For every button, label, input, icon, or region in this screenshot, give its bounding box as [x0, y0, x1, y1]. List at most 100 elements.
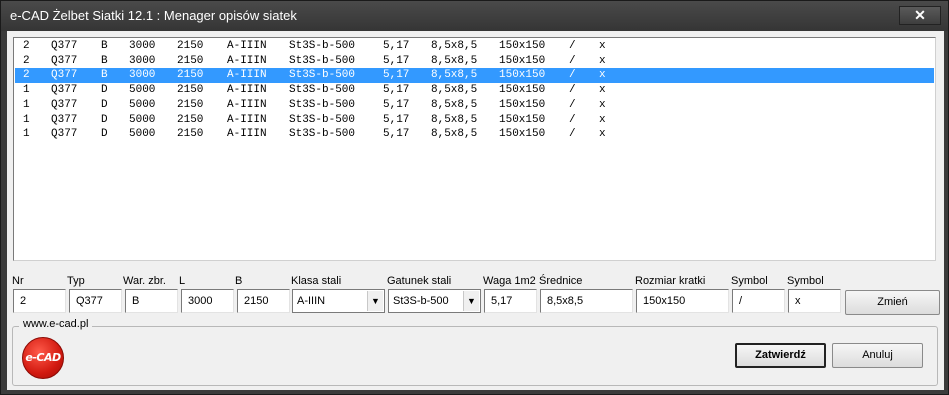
- confirm-button[interactable]: Zatwierdź: [735, 343, 826, 368]
- list-cell: 3000: [129, 69, 156, 82]
- list-cell: A-IIIN: [227, 54, 267, 67]
- window-title: e-CAD Żelbet Siatki 12.1 : Menager opisó…: [10, 8, 297, 23]
- list-cell: /: [569, 54, 576, 67]
- list-row[interactable]: 1 Q377 D 5000 2150 A-IIIN St3S-b-500 5,17 8,5x8,…: [15, 127, 934, 142]
- list-cell: 8,5x8,5: [431, 128, 478, 141]
- list-cell: A-IIIN: [227, 98, 267, 111]
- list-cell: 2150: [177, 98, 204, 111]
- list-cell: 2150: [177, 84, 204, 97]
- list-cell: /: [569, 113, 576, 126]
- list-cell: B: [101, 54, 108, 67]
- list-cell: D: [101, 128, 108, 141]
- list-cell: St3S-b-500: [289, 84, 356, 97]
- list-row[interactable]: 1 Q377 D 5000 2150 A-IIIN St3S-b-500 5,17 8,5x8,…: [15, 98, 934, 113]
- list-cell: 150x150: [499, 40, 546, 52]
- symbol-2-field[interactable]: x: [788, 289, 841, 313]
- list-cell: St3S-b-500: [289, 54, 356, 67]
- symbol-1-field[interactable]: /: [732, 289, 785, 313]
- list-cell: 5000: [129, 128, 156, 141]
- list-cell: 5,17: [383, 128, 410, 141]
- list-cell: 150x150: [499, 113, 546, 126]
- nr-field[interactable]: 2: [13, 289, 66, 313]
- list-cell: 150x150: [499, 84, 546, 97]
- mesh-description-list[interactable]: 2 Q377 B 3000 2150 A-IIIN St3S-b-500 5,17 8,5x8,…: [13, 37, 936, 261]
- list-cell: A-IIIN: [227, 40, 267, 52]
- klasa-stali-value: A-IIIN: [297, 295, 326, 307]
- list-row[interactable]: 2 Q377 B 3000 2150 A-IIIN St3S-b-500 5,17 8,5x8,…: [15, 54, 934, 69]
- rozmiar-kratki-field[interactable]: 150x150: [636, 289, 729, 313]
- l-field[interactable]: 3000: [181, 289, 234, 313]
- list-row[interactable]: 2 Q377 B 3000 2150 A-IIIN St3S-b-500 5,17 8,5x8,…: [15, 68, 934, 84]
- label-srednice: Średnice: [539, 275, 583, 287]
- list-cell: Q377: [51, 40, 78, 52]
- dialog-client-area: 2 Q377 B 3000 2150 A-IIIN St3S-b-500 5,17 8,5x8,…: [7, 31, 944, 390]
- list-cell: 5,17: [383, 84, 410, 97]
- list-cell: Q377: [51, 69, 78, 82]
- list-cell: A-IIIN: [227, 128, 267, 141]
- label-rozmiar-kratki: Rozmiar kratki: [635, 275, 706, 287]
- list-cell: D: [101, 84, 108, 97]
- list-cell: x: [599, 113, 606, 126]
- list-cell: 5,17: [383, 40, 410, 52]
- list-cell: 8,5x8,5: [431, 84, 478, 97]
- close-button[interactable]: ✕: [899, 6, 941, 25]
- list-cell: 1: [23, 98, 30, 111]
- list-cell: 3000: [129, 40, 156, 52]
- list-cell: x: [599, 84, 606, 97]
- list-cell: Q377: [51, 54, 78, 67]
- list-cell: 2: [23, 40, 30, 52]
- list-cell: 5000: [129, 84, 156, 97]
- list-cell: x: [599, 54, 606, 67]
- war-zbr-field[interactable]: B: [125, 289, 178, 313]
- list-cell: Q377: [51, 113, 78, 126]
- list-cell: St3S-b-500: [289, 128, 356, 141]
- list-cell: x: [599, 40, 606, 52]
- list-cell: 5000: [129, 98, 156, 111]
- list-cell: /: [569, 40, 576, 52]
- list-cell: /: [569, 84, 576, 97]
- list-row[interactable]: 2 Q377 B 3000 2150 A-IIIN St3S-b-500 5,17 8,5x8,…: [15, 39, 934, 54]
- list-cell: 8,5x8,5: [431, 54, 478, 67]
- list-cell: 2: [23, 69, 30, 82]
- list-cell: Q377: [51, 128, 78, 141]
- title-bar[interactable]: e-CAD Żelbet Siatki 12.1 : Menager opisó…: [1, 1, 948, 31]
- label-gatunek-stali: Gatunek stali: [387, 275, 452, 287]
- gatunek-stali-value: St3S-b-500: [393, 295, 449, 307]
- list-cell: 2150: [177, 128, 204, 141]
- b-field[interactable]: 2150: [237, 289, 290, 313]
- typ-field[interactable]: Q377: [69, 289, 122, 313]
- label-l: L: [179, 275, 186, 287]
- list-cell: St3S-b-500: [289, 40, 356, 52]
- waga-field[interactable]: 5,17: [484, 289, 537, 313]
- label-war-zbr: War. zbr.: [123, 275, 166, 287]
- list-row[interactable]: 1 Q377 D 5000 2150 A-IIIN St3S-b-500 5,17 8,5x8,…: [15, 113, 934, 128]
- list-cell: 5,17: [383, 98, 410, 111]
- cancel-button[interactable]: Anuluj: [832, 343, 923, 368]
- list-cell: 2: [23, 54, 30, 67]
- list-cell: /: [569, 128, 576, 141]
- logo-text: e-CAD: [25, 351, 61, 364]
- label-klasa-stali: Klasa stali: [291, 275, 342, 287]
- list-cell: 1: [23, 84, 30, 97]
- list-cell: A-IIIN: [227, 113, 267, 126]
- list-cell: D: [101, 98, 108, 111]
- change-button[interactable]: Zmień: [845, 290, 940, 315]
- chevron-down-icon[interactable]: ▼: [367, 291, 383, 311]
- list-cell: 150x150: [499, 69, 546, 82]
- klasa-stali-select[interactable]: A-IIIN ▼: [292, 289, 385, 313]
- list-row[interactable]: 1 Q377 D 5000 2150 A-IIIN St3S-b-500 5,17 8,5x8,…: [15, 83, 934, 98]
- label-waga: Waga 1m2: [483, 275, 536, 287]
- srednice-field[interactable]: 8,5x8,5: [540, 289, 633, 313]
- dialog-window: e-CAD Żelbet Siatki 12.1 : Menager opisó…: [0, 0, 949, 395]
- list-cell: x: [599, 98, 606, 111]
- chevron-down-icon[interactable]: ▼: [463, 291, 479, 311]
- label-nr: Nr: [12, 275, 24, 287]
- list-cell: 150x150: [499, 54, 546, 67]
- website-label: www.e-cad.pl: [19, 318, 93, 330]
- list-cell: 5,17: [383, 54, 410, 67]
- list-cell: 8,5x8,5: [431, 40, 478, 52]
- gatunek-stali-select[interactable]: St3S-b-500 ▼: [388, 289, 481, 313]
- list-cell: 150x150: [499, 128, 546, 141]
- list-cell: 150x150: [499, 98, 546, 111]
- list-cell: /: [569, 98, 576, 111]
